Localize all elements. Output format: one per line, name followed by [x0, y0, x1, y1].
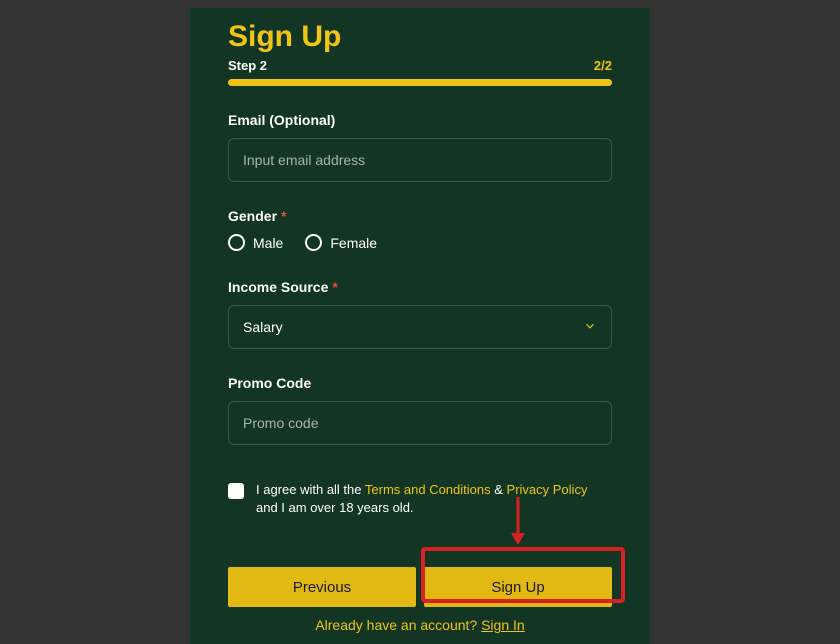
- step-row: Step 2 2/2: [228, 58, 612, 73]
- chevron-down-icon: [583, 319, 597, 336]
- step-count: 2/2: [594, 58, 612, 73]
- email-label: Email (Optional): [228, 112, 612, 128]
- required-star: *: [332, 279, 337, 295]
- button-row: Previous Sign Up: [228, 567, 612, 607]
- radio-female[interactable]: Female: [305, 234, 377, 251]
- step-label: Step 2: [228, 58, 267, 73]
- gender-label: Gender*: [228, 208, 612, 224]
- terms-link[interactable]: Terms and Conditions: [365, 482, 491, 497]
- agree-text: I agree with all the Terms and Condition…: [256, 481, 612, 517]
- privacy-link[interactable]: Privacy Policy: [507, 482, 588, 497]
- signup-card: Sign Up Step 2 2/2 Email (Optional) Gend…: [190, 8, 650, 644]
- promo-input[interactable]: [228, 401, 612, 445]
- radio-icon: [305, 234, 322, 251]
- income-selected: Salary: [243, 319, 283, 335]
- agree-checkbox[interactable]: [228, 483, 244, 499]
- radio-icon: [228, 234, 245, 251]
- signup-button[interactable]: Sign Up: [424, 567, 612, 607]
- page-title: Sign Up: [228, 20, 612, 54]
- bottom-row: Already have an account? Sign In: [228, 617, 612, 633]
- income-select[interactable]: Salary: [228, 305, 612, 349]
- required-star: *: [281, 208, 286, 224]
- income-label: Income Source*: [228, 279, 612, 295]
- gender-radio-group: Male Female: [228, 234, 612, 251]
- promo-label: Promo Code: [228, 375, 612, 391]
- progress-bar: [228, 79, 612, 86]
- email-input[interactable]: [228, 138, 612, 182]
- radio-male[interactable]: Male: [228, 234, 283, 251]
- signin-link[interactable]: Sign In: [481, 617, 525, 633]
- agree-row: I agree with all the Terms and Condition…: [228, 481, 612, 517]
- previous-button[interactable]: Previous: [228, 567, 416, 607]
